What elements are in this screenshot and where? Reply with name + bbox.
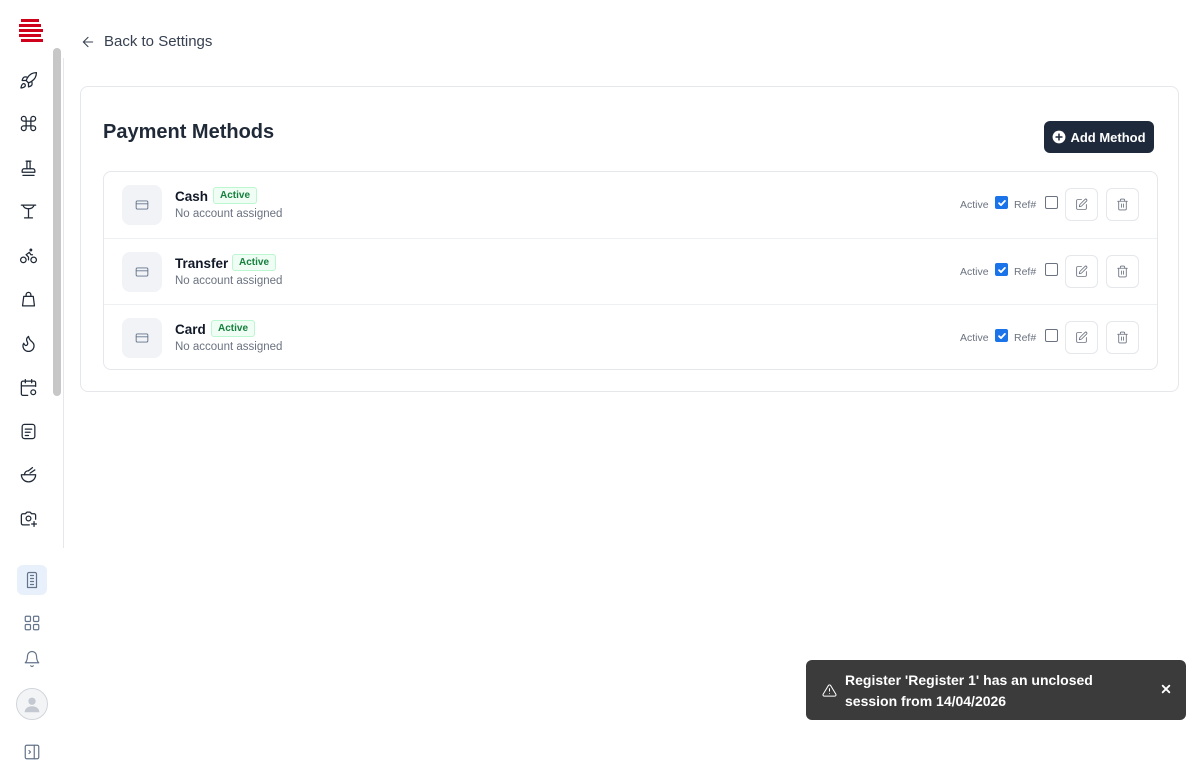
- edit-button[interactable]: [1065, 255, 1098, 288]
- warning-icon: [822, 683, 837, 698]
- active-checkbox[interactable]: [995, 263, 1008, 276]
- camera-plus-icon[interactable]: [17, 507, 39, 529]
- status-badge: Active: [232, 254, 277, 271]
- check-icon: [997, 332, 1006, 339]
- payment-method-row: Transfer Active No account assigned Acti…: [104, 238, 1157, 304]
- method-name: Cash: [175, 189, 209, 204]
- check-icon: [997, 266, 1006, 273]
- payment-methods-list: Cash Active No account assigned Active R…: [103, 171, 1158, 370]
- back-to-settings-link[interactable]: Back to Settings: [80, 33, 212, 50]
- trash-icon: [1117, 198, 1128, 211]
- ref-checkbox[interactable]: [1045, 263, 1058, 276]
- edit-icon: [1076, 265, 1088, 277]
- credit-card-icon: [122, 318, 162, 358]
- edit-button[interactable]: [1065, 188, 1098, 221]
- active-toggle-label: Active: [960, 266, 989, 278]
- close-icon[interactable]: [1158, 681, 1174, 697]
- sidebar: [0, 0, 64, 777]
- bicycle-icon[interactable]: [17, 244, 39, 266]
- back-link-label: Back to Settings: [104, 33, 213, 50]
- method-name: Card: [175, 322, 206, 337]
- active-checkbox[interactable]: [995, 196, 1008, 209]
- method-account: No account assigned: [175, 341, 283, 353]
- method-name: Transfer: [175, 256, 229, 271]
- status-badge: Active: [211, 320, 256, 337]
- ref-toggle-label: Ref#: [1014, 199, 1037, 211]
- active-toggle-label: Active: [960, 332, 989, 344]
- page-title: Payment Methods: [103, 121, 275, 143]
- check-icon: [997, 199, 1006, 206]
- receipt-icon[interactable]: [17, 420, 39, 442]
- panel-toggle-icon[interactable]: [17, 737, 47, 767]
- toast-message: Register 'Register 1' has an unclosed se…: [845, 672, 1093, 709]
- plus-circle-icon: [1053, 130, 1066, 144]
- ref-toggle-label: Ref#: [1014, 332, 1037, 344]
- edit-button[interactable]: [1065, 321, 1098, 354]
- method-account: No account assigned: [175, 208, 283, 220]
- trash-icon: [1117, 265, 1128, 278]
- rocket-icon[interactable]: [17, 69, 39, 91]
- status-badge: Active: [213, 187, 258, 204]
- ref-checkbox[interactable]: [1045, 196, 1058, 209]
- active-checkbox[interactable]: [995, 329, 1008, 342]
- toast-notification: Register 'Register 1' has an unclosed se…: [806, 660, 1186, 720]
- arrow-left-icon: [82, 36, 94, 47]
- payment-method-row: Card Active No account assigned Active R…: [104, 304, 1157, 370]
- delete-button[interactable]: [1106, 321, 1139, 354]
- payment-methods-card: Payment Methods Add Method Cash Active N…: [80, 86, 1179, 392]
- trash-icon: [1117, 331, 1128, 344]
- bowl-icon[interactable]: [17, 464, 39, 486]
- edit-icon: [1076, 331, 1088, 343]
- bag-icon[interactable]: [17, 288, 39, 310]
- ref-checkbox[interactable]: [1045, 329, 1058, 342]
- credit-card-icon: [122, 185, 162, 225]
- ref-toggle-label: Ref#: [1014, 266, 1037, 278]
- delete-button[interactable]: [1106, 255, 1139, 288]
- method-account: No account assigned: [175, 275, 283, 287]
- bell-icon[interactable]: [17, 644, 47, 674]
- table-icon[interactable]: [17, 200, 39, 222]
- grid-icon[interactable]: [17, 608, 47, 638]
- sidebar-scrollbar[interactable]: [53, 48, 61, 396]
- calendar-gear-icon[interactable]: [17, 376, 39, 398]
- command-icon[interactable]: [17, 112, 39, 134]
- delete-button[interactable]: [1106, 188, 1139, 221]
- active-toggle-label: Active: [960, 199, 989, 211]
- payment-method-row: Cash Active No account assigned Active R…: [104, 172, 1157, 238]
- building-icon[interactable]: [17, 565, 47, 595]
- avatar[interactable]: [16, 688, 48, 720]
- stamp-icon[interactable]: [17, 156, 39, 178]
- add-method-button[interactable]: Add Method: [1044, 121, 1154, 153]
- app-logo[interactable]: [18, 18, 44, 44]
- flame-icon[interactable]: [17, 332, 39, 354]
- edit-icon: [1076, 198, 1088, 210]
- add-method-label: Add Method: [1070, 129, 1146, 145]
- credit-card-icon: [122, 252, 162, 292]
